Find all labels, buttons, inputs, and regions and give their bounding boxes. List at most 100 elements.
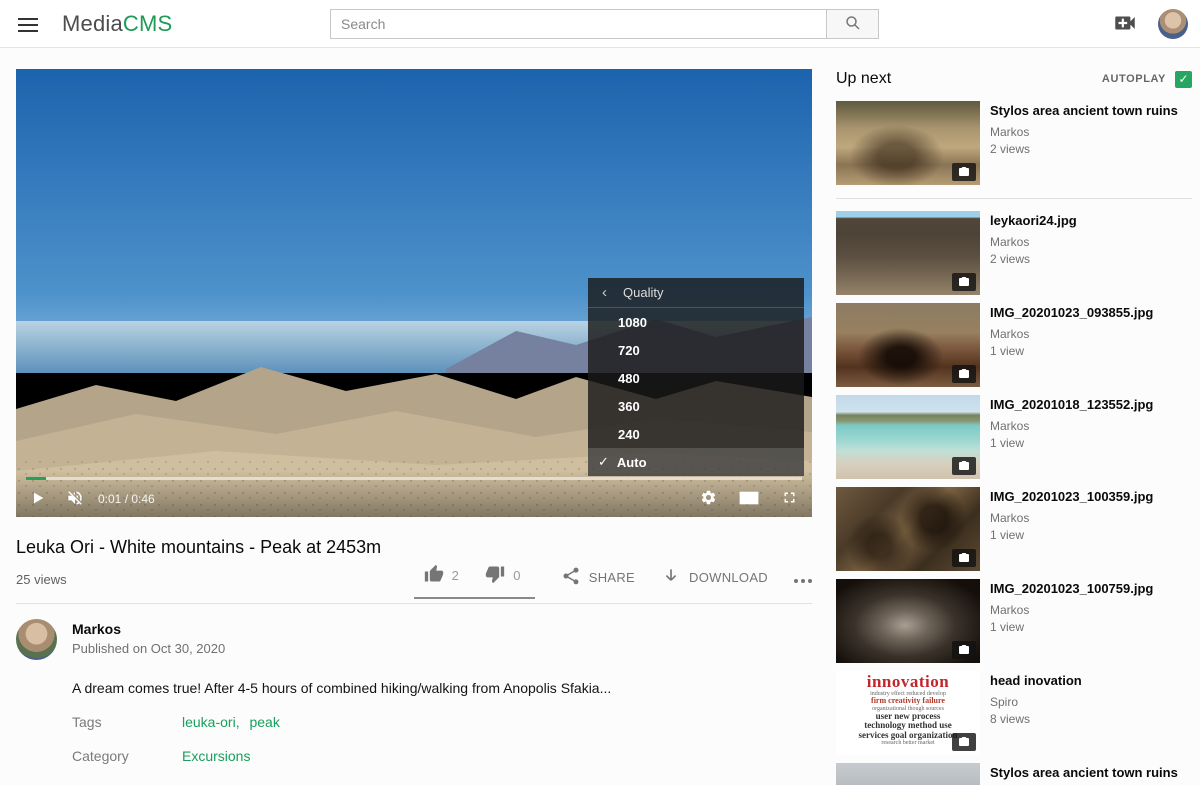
related-thumbnail — [836, 763, 980, 785]
related-thumbnail — [836, 395, 980, 479]
related-author: Markos — [990, 125, 1178, 139]
quality-option-360[interactable]: 360 — [588, 392, 804, 420]
share-button[interactable]: SHARE — [561, 566, 635, 589]
related-views: 1 view — [990, 344, 1153, 358]
volume-muted-icon — [66, 489, 84, 510]
related-title: leykaori24.jpg — [990, 213, 1077, 228]
up-next-heading: Up next — [836, 70, 891, 88]
view-count: 25 views — [16, 572, 67, 603]
category-label: Category — [72, 748, 182, 764]
related-item[interactable]: Stylos area ancient town ruins Markos 2 … — [836, 101, 1192, 185]
related-author: Markos — [990, 235, 1077, 249]
menu-icon[interactable] — [18, 14, 38, 34]
camera-icon — [952, 549, 976, 567]
mute-button[interactable] — [66, 489, 84, 510]
share-icon — [561, 566, 581, 589]
more-options-icon[interactable] — [794, 579, 812, 583]
author-row: Markos Published on Oct 30, 2020 — [16, 619, 812, 660]
upload-media-button[interactable] — [1112, 10, 1138, 39]
camera-icon — [952, 273, 976, 291]
header-actions — [1112, 0, 1188, 48]
progress-bar[interactable] — [26, 477, 802, 480]
related-title: IMG_20201023_100759.jpg — [990, 581, 1153, 596]
search-form — [330, 9, 879, 39]
related-thumbnail — [836, 101, 980, 185]
tag-link-peak[interactable]: peak — [249, 714, 279, 730]
search-icon — [844, 14, 862, 35]
theater-mode-button[interactable] — [739, 490, 759, 509]
search-button[interactable] — [826, 9, 879, 39]
video-upload-icon — [1112, 10, 1138, 39]
related-author: Markos — [990, 511, 1153, 525]
quality-option-480[interactable]: 480 — [588, 364, 804, 392]
dislike-count: 0 — [513, 568, 521, 583]
player-controls: 0:01 / 0:46 — [16, 471, 812, 517]
related-item[interactable]: leykaori24.jpg Markos 2 views — [836, 211, 1192, 295]
logo-text-media: Media — [62, 11, 123, 36]
divider — [836, 198, 1192, 199]
search-input[interactable] — [330, 9, 827, 39]
tag-link-leuka-ori[interactable]: leuka-ori — [182, 714, 236, 730]
related-item[interactable]: IMG_20201023_100759.jpg Markos 1 view — [836, 579, 1192, 663]
camera-icon — [952, 733, 976, 751]
download-icon — [661, 566, 681, 589]
download-button[interactable]: DOWNLOAD — [661, 566, 768, 589]
video-player[interactable]: ‹ Quality 1080 720 480 360 240 ✓ Auto — [16, 69, 812, 517]
related-item[interactable]: IMG_20201018_123552.jpg Markos 1 view — [836, 395, 1192, 479]
user-avatar[interactable] — [1158, 9, 1188, 39]
related-title: head inovation — [990, 673, 1082, 688]
related-author: Spiro — [990, 695, 1082, 709]
related-item[interactable]: IMG_20201023_093855.jpg Markos 1 view — [836, 303, 1192, 387]
up-next-sidebar: Up next AUTOPLAY ✓ Stylos area ancient t… — [836, 70, 1192, 785]
fullscreen-icon — [781, 489, 798, 509]
related-title: Stylos area ancient town ruins — [990, 765, 1178, 780]
related-thumbnail — [836, 211, 980, 295]
related-author: Markos — [990, 603, 1153, 617]
check-icon: ✓ — [598, 454, 609, 470]
thumbs-up-icon — [424, 564, 444, 587]
gear-icon — [700, 489, 717, 509]
related-thumbnail — [836, 303, 980, 387]
quality-option-1080[interactable]: 1080 — [588, 308, 804, 336]
camera-icon — [952, 365, 976, 383]
quality-menu-back[interactable]: ‹ Quality — [588, 278, 804, 308]
like-button[interactable]: 2 — [424, 564, 460, 587]
camera-icon — [952, 641, 976, 659]
related-title: IMG_20201023_093855.jpg — [990, 305, 1153, 320]
author-avatar[interactable] — [16, 619, 57, 660]
category-row: Category Excursions — [72, 748, 812, 764]
related-views: 8 views — [990, 712, 1082, 726]
camera-icon — [952, 163, 976, 181]
related-item[interactable]: Stylos area ancient town ruins — [836, 763, 1192, 785]
meta-row: 25 views 2 0 — [16, 564, 812, 604]
related-views: 1 view — [990, 436, 1153, 450]
related-item[interactable]: innovation industry effect reduced devel… — [836, 671, 1192, 755]
related-title: Stylos area ancient town ruins — [990, 103, 1178, 118]
related-views: 1 view — [990, 528, 1153, 542]
app-logo[interactable]: MediaCMS — [62, 11, 172, 37]
dislike-button[interactable]: 0 — [485, 564, 521, 587]
category-link[interactable]: Excursions — [182, 748, 250, 764]
play-button[interactable] — [30, 490, 46, 509]
related-thumbnail — [836, 579, 980, 663]
thumbs-down-icon — [485, 564, 505, 587]
related-item[interactable]: IMG_20201023_100359.jpg Markos 1 view — [836, 487, 1192, 571]
related-thumbnail — [836, 487, 980, 571]
tag-separator: , — [236, 714, 240, 730]
author-name[interactable]: Markos — [72, 621, 225, 637]
related-title: IMG_20201023_100359.jpg — [990, 489, 1153, 504]
fullscreen-button[interactable] — [781, 489, 798, 509]
media-page: ‹ Quality 1080 720 480 360 240 ✓ Auto — [16, 69, 812, 785]
video-description: A dream comes true! After 4-5 hours of c… — [72, 680, 812, 696]
quality-option-720[interactable]: 720 — [588, 336, 804, 364]
settings-button[interactable] — [700, 489, 717, 509]
related-thumbnail: innovation industry effect reduced devel… — [836, 671, 980, 755]
theater-mode-icon — [739, 490, 759, 509]
quality-option-240[interactable]: 240 — [588, 420, 804, 448]
autoplay-checkbox[interactable]: ✓ — [1175, 71, 1192, 88]
camera-icon — [952, 457, 976, 475]
progress-played — [26, 477, 46, 480]
related-views: 1 view — [990, 620, 1153, 634]
related-views: 2 views — [990, 252, 1077, 266]
related-title: IMG_20201018_123552.jpg — [990, 397, 1153, 412]
